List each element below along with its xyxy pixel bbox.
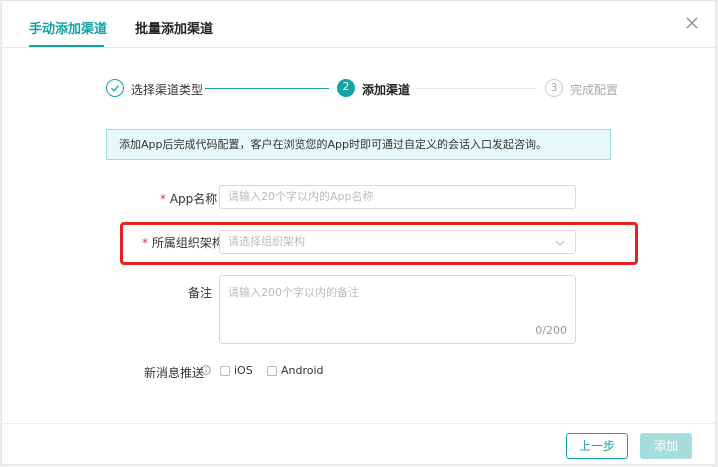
required-mark: * xyxy=(160,192,166,206)
add-button[interactable]: 添加 xyxy=(640,433,692,459)
step-1-done xyxy=(106,79,124,97)
remark-textarea[interactable]: 请输入200个字以内的备注 0/200 xyxy=(219,275,576,344)
ios-checkbox[interactable] xyxy=(220,366,230,376)
check-icon xyxy=(111,85,119,92)
push-label: 新消息推送 xyxy=(144,366,205,380)
remark-placeholder: 请输入200个字以内的备注 xyxy=(228,286,359,299)
step-3-label: 完成配置 xyxy=(570,83,619,97)
step-1-label: 选择渠道类型 xyxy=(131,83,204,97)
remark-label: 备注 xyxy=(188,286,213,300)
add-channel-dialog: 手动添加渠道 批量添加渠道 选择渠道类型 2 添加渠道 3 完成配置 添加App… xyxy=(1,0,716,465)
app-name-placeholder: 请输入20个字以内的App名称 xyxy=(228,190,374,203)
android-checkbox[interactable] xyxy=(267,366,277,376)
prev-step-button[interactable]: 上一步 xyxy=(566,433,628,459)
step-indicator: 选择渠道类型 2 添加渠道 3 完成配置 xyxy=(2,79,715,103)
tab-batch-add[interactable]: 批量添加渠道 xyxy=(135,18,213,37)
tab-bar: 手动添加渠道 批量添加渠道 xyxy=(2,1,715,48)
step-connector-1 xyxy=(205,88,329,89)
step-connector-2 xyxy=(417,88,537,89)
android-label: Android xyxy=(281,364,324,377)
highlight-box xyxy=(120,222,638,265)
active-tab-indicator xyxy=(29,45,104,47)
step-3-pending: 3 xyxy=(545,79,563,97)
info-icon[interactable] xyxy=(201,365,211,375)
footer-divider xyxy=(2,423,715,424)
app-name-label: * App名称 xyxy=(160,192,218,206)
step-2-label: 添加渠道 xyxy=(362,83,411,97)
close-icon[interactable] xyxy=(684,15,700,31)
char-counter: 0/200 xyxy=(535,324,567,337)
tab-manual-add[interactable]: 手动添加渠道 xyxy=(29,18,107,37)
step-2-active: 2 xyxy=(337,79,355,97)
app-name-input[interactable]: 请输入20个字以内的App名称 xyxy=(219,185,576,209)
ios-label: iOS xyxy=(234,364,253,377)
info-banner: 添加App后完成代码配置，客户在浏览您的App时即可通过自定义的会话入口发起咨询… xyxy=(106,129,611,160)
